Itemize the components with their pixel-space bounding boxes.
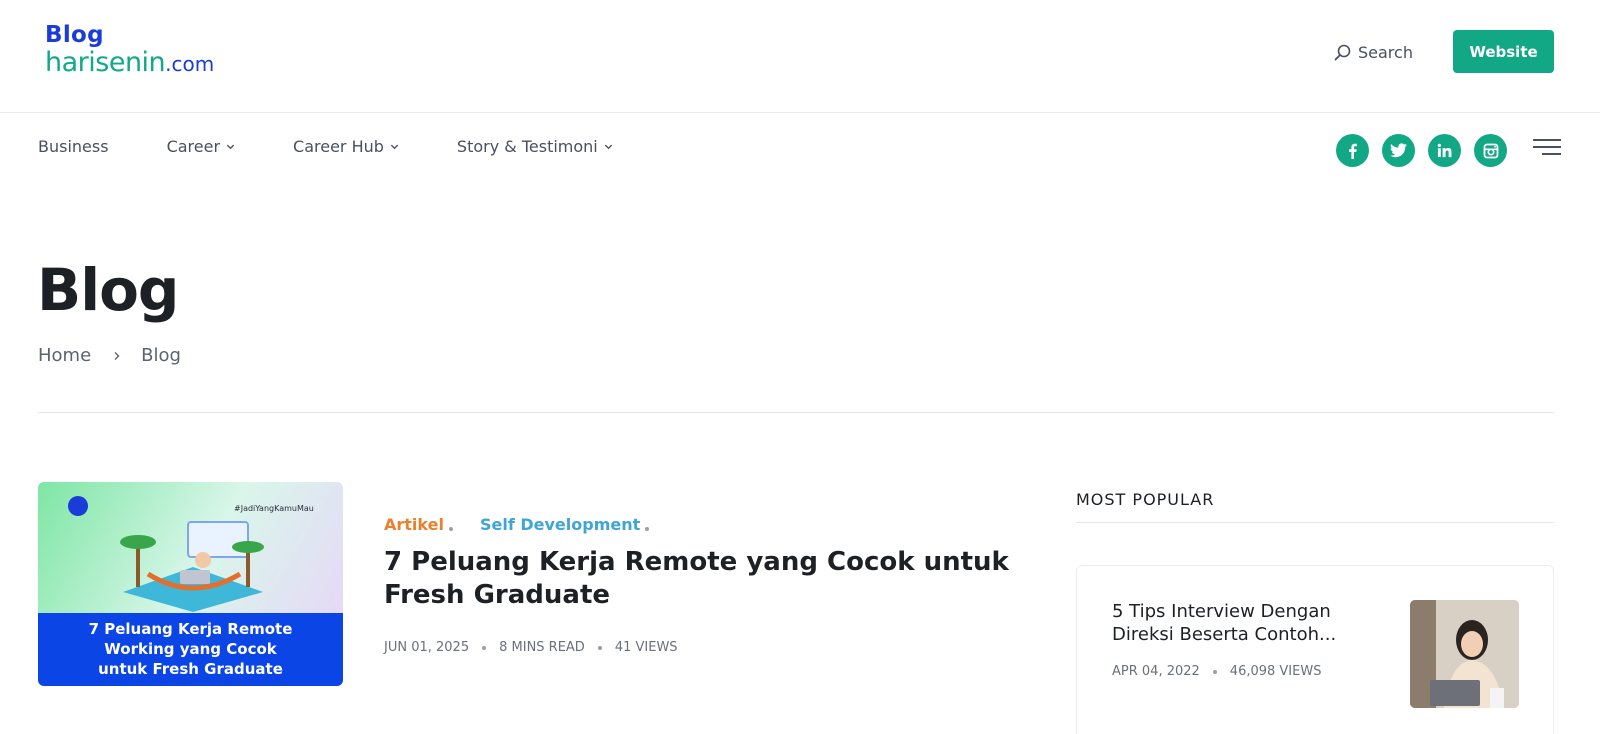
category-separator-dot [645, 527, 650, 531]
thumbnail-brand-badge [68, 496, 88, 516]
social-links [1336, 134, 1507, 167]
linkedin-link[interactable] [1428, 134, 1461, 167]
popular-post-meta: APR 04, 2022 46,098 VIEWS [1112, 664, 1321, 679]
thumbnail-illustration: #JadiYangKamuMau [38, 482, 343, 613]
chevron-down-icon [226, 144, 235, 149]
top-header: Blog harisenin.com Search Website [0, 0, 1600, 113]
twitter-link[interactable] [1382, 134, 1415, 167]
instagram-icon [1483, 143, 1498, 158]
remote-work-illustration [120, 521, 264, 612]
nav-item-career[interactable]: Career [167, 137, 235, 156]
linkedin-icon [1437, 143, 1452, 158]
breadcrumb: Home Blog [38, 345, 181, 366]
breadcrumb-current: Blog [141, 345, 181, 366]
nav-item-career-hub[interactable]: Career Hub [293, 137, 399, 156]
post-meta: JUN 01, 2025 8 MINS READ 41 VIEWS [384, 640, 1034, 655]
category-tag-artikel[interactable]: Artikel [384, 515, 444, 534]
meta-separator-dot [1212, 669, 1217, 674]
facebook-link[interactable] [1336, 134, 1369, 167]
post-views: 41 VIEWS [614, 640, 678, 655]
website-button[interactable]: Website [1453, 30, 1554, 73]
post-title-link[interactable]: 7 Peluang Kerja Remote yang Cocok untuk … [384, 546, 1034, 612]
featured-post-thumbnail[interactable]: #JadiYangKamuMau 7 Peluang Kerja Remote … [38, 482, 343, 686]
popular-post-views: 46,098 VIEWS [1229, 664, 1322, 679]
main-nav: Business Career Career Hub Story & Testi… [38, 134, 613, 158]
category-separator-dot [448, 527, 453, 531]
search-label: Search [1358, 42, 1413, 62]
nav-item-label: Career [166, 136, 221, 156]
most-popular-heading: MOST POPULAR [1076, 490, 1215, 509]
chevron-down-icon [604, 144, 612, 149]
nav-item-label: Story & Testimoni [456, 136, 598, 156]
hamburger-menu-icon[interactable] [1533, 138, 1561, 158]
meta-separator-dot [482, 645, 487, 650]
meta-separator-dot [597, 645, 602, 650]
sidebar-divider [1076, 522, 1554, 523]
chevron-down-icon [390, 144, 399, 149]
post-read-time: 8 MINS READ [499, 640, 585, 655]
logo-main-text: harisenin [45, 47, 166, 78]
nav-item-business[interactable]: Business [38, 137, 109, 156]
logo-wordmark: harisenin.com [45, 48, 214, 81]
nav-item-story-testimoni[interactable]: Story & Testimoni [457, 137, 613, 156]
site-logo[interactable]: Blog harisenin.com [45, 22, 214, 81]
chevron-right-icon [114, 351, 120, 360]
logo-domain-text: .com [165, 52, 215, 76]
instagram-link[interactable] [1474, 134, 1507, 167]
page-title: Blog [37, 256, 179, 324]
post-categories: Artikel Self Development [384, 512, 1034, 536]
search-button[interactable]: Search [1334, 40, 1413, 64]
search-icon [1334, 44, 1351, 60]
facebook-icon [1348, 143, 1357, 159]
nav-item-label: Career Hub [293, 136, 384, 156]
logo-blog-text: Blog [45, 22, 104, 48]
post-date: JUN 01, 2025 [384, 640, 470, 655]
popular-post-date: APR 04, 2022 [1112, 664, 1200, 679]
nav-item-label: Business [38, 136, 109, 156]
person-with-laptop-photo [1410, 600, 1519, 708]
popular-post-title-link[interactable]: 5 Tips Interview Dengan Direksi Beserta … [1112, 600, 1362, 646]
breadcrumb-home-link[interactable]: Home [38, 345, 91, 366]
featured-post: Artikel Self Development 7 Peluang Kerja… [384, 512, 1034, 656]
breadcrumb-separator [113, 351, 121, 361]
popular-post-thumbnail[interactable] [1410, 600, 1519, 708]
category-tag-self-development[interactable]: Self Development [480, 515, 640, 534]
popular-post-card: 5 Tips Interview Dengan Direksi Beserta … [1076, 565, 1554, 734]
twitter-icon [1390, 143, 1407, 158]
header-divider [38, 412, 1554, 413]
thumbnail-caption: 7 Peluang Kerja Remote Working yang Coco… [38, 613, 343, 686]
